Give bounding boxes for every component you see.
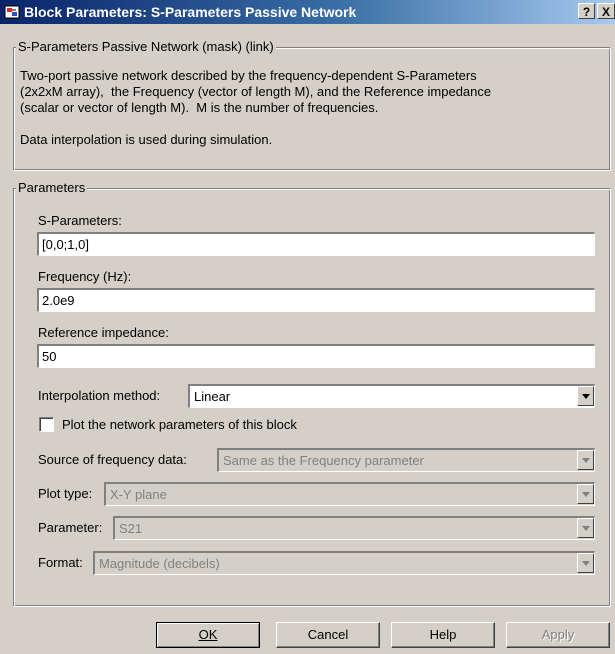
- source-frequency-select: Same as the Frequency parameter: [217, 448, 595, 472]
- help-button[interactable]: Help: [391, 622, 495, 648]
- ok-button[interactable]: OK: [156, 622, 260, 648]
- reference-impedance-label: Reference impedance:: [38, 325, 169, 340]
- frequency-input[interactable]: 2.0e9: [37, 288, 595, 312]
- reference-impedance-input[interactable]: 50: [37, 344, 595, 368]
- chevron-down-icon[interactable]: [577, 386, 594, 406]
- frequency-label: Frequency (Hz):: [38, 269, 132, 284]
- chevron-down-icon: [577, 450, 594, 470]
- simulink-block-icon: [4, 4, 20, 20]
- cancel-button-label: Cancel: [307, 627, 349, 642]
- s-parameters-input[interactable]: [0,0;1,0]: [37, 232, 595, 256]
- chevron-down-icon: [577, 553, 594, 573]
- parameter-label: Parameter:: [38, 520, 103, 535]
- interpolation-method-value: Linear: [194, 389, 231, 404]
- plot-type-label: Plot type:: [38, 486, 93, 501]
- s-parameters-label: S-Parameters:: [38, 213, 122, 228]
- interpolation-method-select[interactable]: Linear: [188, 384, 595, 408]
- apply-button-label: Apply: [541, 627, 575, 642]
- plot-parameters-label[interactable]: Plot the network parameters of this bloc…: [62, 417, 297, 432]
- chevron-down-icon: [577, 518, 594, 538]
- format-select: Magnitude (decibels): [93, 551, 595, 575]
- help-icon[interactable]: ?: [578, 3, 595, 19]
- format-value: Magnitude (decibels): [99, 556, 220, 571]
- interpolation-method-label: Interpolation method:: [38, 388, 161, 403]
- description-legend: S-Parameters Passive Network (mask) (lin…: [16, 39, 276, 54]
- parameter-select: S21: [113, 516, 595, 540]
- source-frequency-label: Source of frequency data:: [38, 452, 187, 467]
- ok-button-label: OK: [198, 627, 218, 642]
- description-text: Two-port passive network described by th…: [20, 68, 492, 147]
- window-title: Block Parameters: S-Parameters Passive N…: [24, 4, 357, 20]
- parameter-value: S21: [119, 521, 143, 536]
- chevron-down-icon: [577, 484, 594, 504]
- apply-button: Apply: [506, 622, 610, 648]
- parameters-legend: Parameters: [16, 180, 88, 195]
- title-bar: Block Parameters: S-Parameters Passive N…: [0, 0, 615, 24]
- close-icon[interactable]: X: [597, 3, 615, 19]
- format-label: Format:: [38, 555, 83, 570]
- plot-type-value: X-Y plane: [110, 487, 167, 502]
- plot-parameters-checkbox[interactable]: [39, 417, 54, 432]
- source-frequency-value: Same as the Frequency parameter: [223, 453, 424, 468]
- help-button-label: Help: [429, 627, 457, 642]
- cancel-button[interactable]: Cancel: [276, 622, 380, 648]
- plot-type-select: X-Y plane: [104, 482, 595, 506]
